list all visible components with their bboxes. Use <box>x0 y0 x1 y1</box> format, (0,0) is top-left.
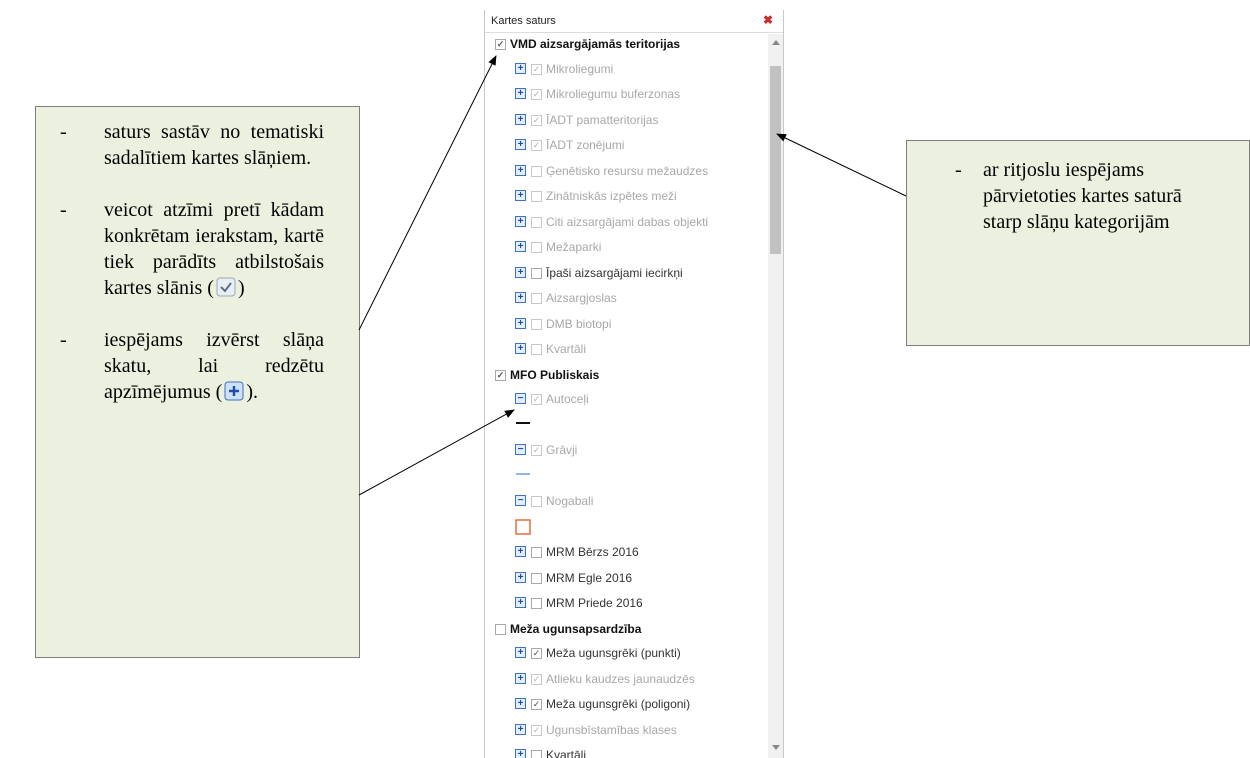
annotation-arrows <box>358 55 907 496</box>
arrow-to-group-checkbox <box>358 55 497 331</box>
arrow-to-scrollbar <box>776 133 907 197</box>
arrow-to-expand-icon <box>358 409 515 496</box>
